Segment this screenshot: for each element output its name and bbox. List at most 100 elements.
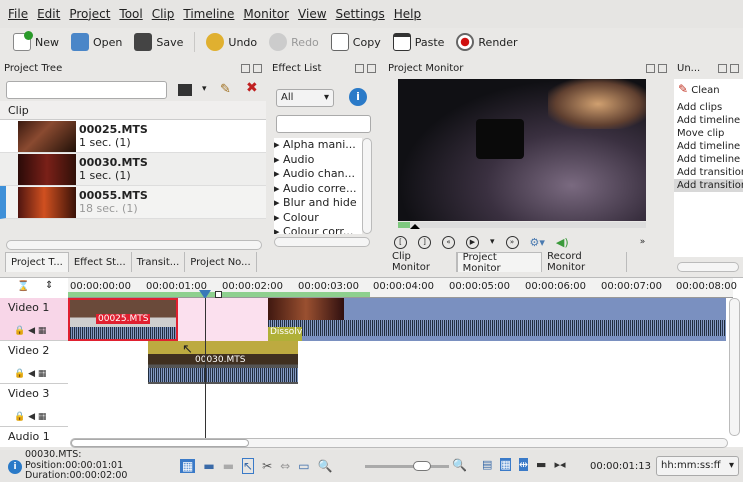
- chevron-down-icon[interactable]: ▾: [490, 237, 495, 247]
- set-zone-start-icon[interactable]: [: [394, 235, 407, 249]
- close-icon[interactable]: [367, 63, 376, 73]
- zoom-out-icon[interactable]: 🔍: [318, 459, 333, 473]
- edit-clip-icon[interactable]: ✎: [220, 82, 231, 97]
- float-icon[interactable]: [718, 63, 727, 73]
- undo-item[interactable]: Move clip: [674, 127, 743, 140]
- clip-item[interactable]: 00030.MTS 1 sec. (1): [0, 153, 266, 186]
- transition-clip[interactable]: Dissolv: [268, 327, 302, 341]
- clip-item-selected[interactable]: 00055.MTS 18 sec. (1): [0, 186, 266, 219]
- tab-project-tree[interactable]: Project T...: [5, 252, 69, 272]
- play-icon[interactable]: ▶: [466, 235, 479, 249]
- float-icon[interactable]: [355, 63, 364, 73]
- timeline-clip-long[interactable]: [268, 298, 726, 341]
- menu-settings[interactable]: Settings: [336, 7, 385, 21]
- close-icon[interactable]: [253, 63, 262, 73]
- rewind-icon[interactable]: «: [442, 235, 455, 249]
- volume-icon[interactable]: ◀): [556, 236, 569, 249]
- new-button[interactable]: New: [8, 30, 64, 54]
- timecode-format-select[interactable]: hh:mm:ss:ff ▾: [656, 456, 739, 476]
- undo-item[interactable]: Add transition: [674, 166, 743, 179]
- effect-category[interactable]: ▸ Colour: [274, 211, 362, 226]
- open-button[interactable]: Open: [66, 30, 127, 54]
- float-icon[interactable]: [241, 63, 250, 73]
- settings-icon[interactable]: ⚙▾: [530, 236, 545, 249]
- close-icon[interactable]: [730, 63, 739, 73]
- menu-project[interactable]: Project: [69, 7, 110, 21]
- effect-category[interactable]: ▸ Colour corr...: [274, 225, 362, 234]
- render-button[interactable]: Render: [451, 30, 522, 54]
- menu-monitor[interactable]: Monitor: [243, 7, 289, 21]
- timeline-hscrollbar[interactable]: [70, 438, 728, 448]
- zoom-fit-icon[interactable]: ⌛: [17, 281, 29, 292]
- playhead-marker[interactable]: [410, 219, 420, 229]
- audio-thumb-icon[interactable]: ▬: [536, 458, 546, 471]
- tab-project-notes[interactable]: Project No...: [185, 252, 257, 272]
- redo-button[interactable]: Redo: [264, 30, 324, 54]
- menu-tool[interactable]: Tool: [119, 7, 142, 21]
- split-icon[interactable]: ▸◂: [554, 458, 565, 471]
- effect-vscrollbar[interactable]: [362, 138, 372, 234]
- track-controls-icon[interactable]: 🔒 ◀ ▦: [14, 369, 46, 379]
- effect-category[interactable]: ▸ Audio: [274, 153, 362, 168]
- zoom-in-icon[interactable]: 🔍: [452, 458, 467, 472]
- undo-hscrollbar[interactable]: [677, 262, 739, 272]
- fit-zoom-icon[interactable]: ▭: [298, 459, 309, 473]
- video-preview[interactable]: [398, 79, 646, 221]
- effect-category[interactable]: ▸ Alpha mani...: [274, 138, 362, 153]
- monitor-position-ruler[interactable]: [398, 219, 646, 229]
- effect-category[interactable]: ▸ Blur and hide: [274, 196, 362, 211]
- undo-item-selected[interactable]: Add transition: [674, 179, 743, 192]
- effect-category[interactable]: ▸ Audio corre...: [274, 182, 362, 197]
- effect-filter-select[interactable]: All ▾: [276, 89, 334, 107]
- overflow-icon[interactable]: »: [640, 237, 646, 247]
- menu-timeline[interactable]: Timeline: [183, 7, 234, 21]
- clip-item[interactable]: 00025.MTS 1 sec. (1): [0, 120, 266, 153]
- undo-item[interactable]: Add clips: [674, 101, 743, 114]
- selection-tool-icon[interactable]: ↖: [242, 458, 255, 474]
- timeline-vscrollbar[interactable]: [729, 298, 740, 436]
- show-markers-icon[interactable]: ▦: [500, 458, 511, 471]
- undo-item[interactable]: Add timeline c: [674, 140, 743, 153]
- undo-item[interactable]: Add timeline c: [674, 153, 743, 166]
- menu-edit[interactable]: Edit: [37, 7, 60, 21]
- razor-tool-icon[interactable]: ✂: [262, 459, 272, 473]
- menu-view[interactable]: View: [298, 7, 326, 21]
- zoom-slider-handle[interactable]: [413, 461, 431, 471]
- track-controls-icon[interactable]: 🔒 ◀ ▦: [14, 412, 46, 422]
- paste-button[interactable]: Paste: [388, 30, 450, 54]
- set-zone-end-icon[interactable]: ]: [418, 235, 431, 249]
- zone-end-marker[interactable]: [215, 291, 222, 298]
- project-tree-hscrollbar[interactable]: [6, 240, 262, 250]
- timeline-clip-v1[interactable]: 00025.MTS: [68, 298, 178, 341]
- add-clip-icon[interactable]: [178, 84, 192, 96]
- overwrite-mode-icon[interactable]: ▬: [203, 459, 214, 473]
- tab-record-monitor[interactable]: Record Monitor: [542, 251, 627, 273]
- snap-icon[interactable]: ⇹: [518, 458, 529, 471]
- forward-icon[interactable]: »: [505, 235, 519, 249]
- timeline-clip-v2[interactable]: 00030.MTS: [148, 341, 298, 384]
- copy-button[interactable]: Copy: [326, 30, 386, 54]
- tab-transition[interactable]: Transit...: [132, 252, 186, 272]
- close-icon[interactable]: [658, 63, 667, 73]
- track-height-icon[interactable]: ⇕: [45, 280, 53, 291]
- undo-button[interactable]: Undo: [201, 30, 262, 54]
- tab-effect-stack[interactable]: Effect St...: [69, 252, 132, 272]
- effect-category[interactable]: ▸ Audio chan...: [274, 167, 362, 182]
- thumbnails-icon[interactable]: ▤: [482, 458, 492, 471]
- spacer-tool-icon[interactable]: ⇔: [280, 459, 290, 473]
- dropdown-arrow-icon[interactable]: ▾: [202, 84, 207, 94]
- effect-search-input[interactable]: [276, 115, 371, 133]
- insert-mode-icon[interactable]: ▬: [223, 459, 234, 473]
- float-icon[interactable]: [646, 63, 655, 73]
- project-search-input[interactable]: [6, 81, 167, 99]
- track-controls-icon[interactable]: 🔒 ◀ ▦: [14, 326, 46, 336]
- menu-help[interactable]: Help: [394, 7, 421, 21]
- normal-mode-icon[interactable]: ▦: [180, 459, 196, 473]
- effect-hscrollbar[interactable]: [274, 237, 370, 247]
- save-button[interactable]: Save: [129, 30, 188, 54]
- undo-item[interactable]: Add timeline c: [674, 114, 743, 127]
- tab-clip-monitor[interactable]: Clip Monitor: [387, 251, 457, 273]
- menu-file[interactable]: File: [8, 7, 28, 21]
- delete-clip-icon[interactable]: ✖: [246, 80, 258, 96]
- undo-clean-item[interactable]: ✎ Clean: [674, 79, 743, 101]
